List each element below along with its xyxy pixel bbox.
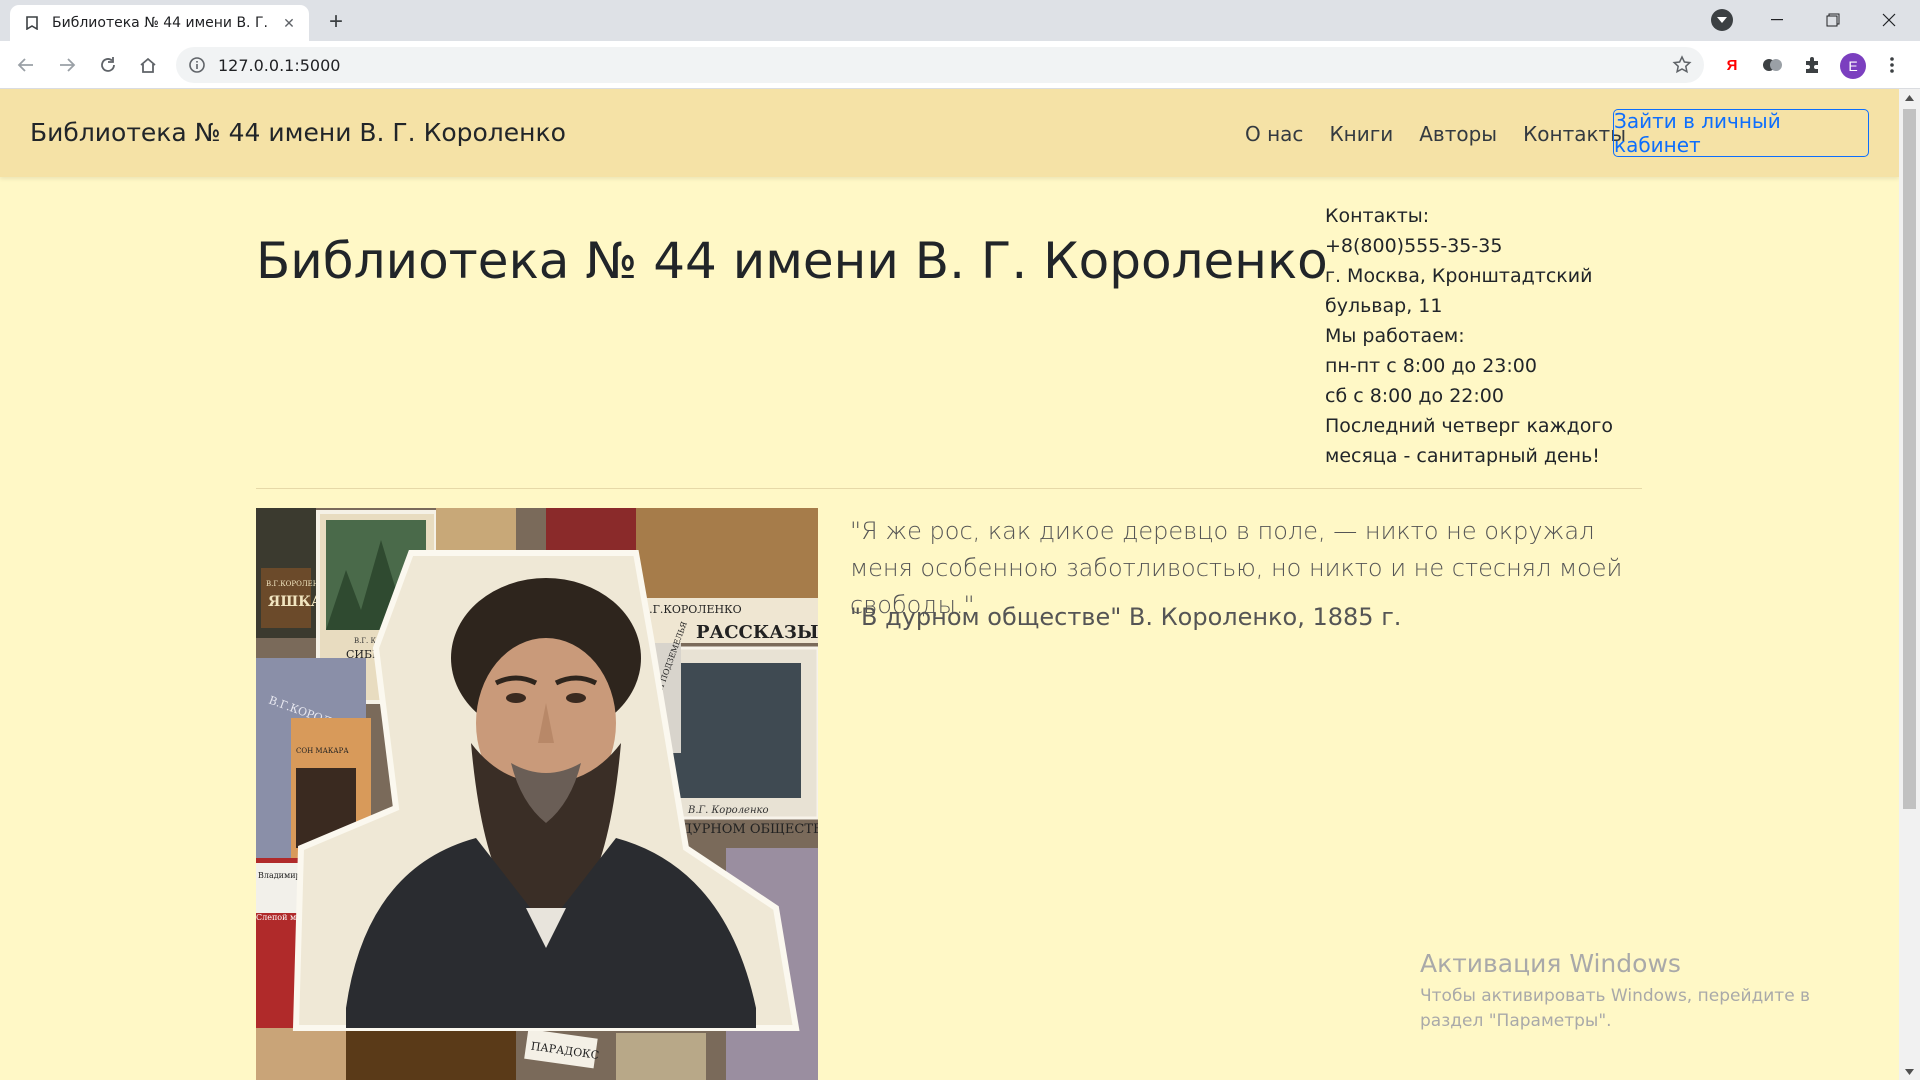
- section-divider: [256, 488, 1642, 489]
- nav-link-authors[interactable]: Авторы: [1419, 122, 1497, 146]
- browser-tab[interactable]: Библиотека № 44 имени В. Г. Короленко ✕: [10, 5, 309, 41]
- scroll-up-arrow-icon[interactable]: [1899, 89, 1920, 106]
- home-icon[interactable]: [132, 49, 164, 81]
- nav-links: О нас Книги Авторы Контакты: [1245, 122, 1626, 146]
- book-cover-text: ЯШКА: [268, 594, 323, 610]
- minimize-icon[interactable]: [1749, 0, 1805, 40]
- browser-toolbar: 127.0.0.1:5000 Я E: [0, 41, 1920, 89]
- kebab-menu-icon[interactable]: [1880, 53, 1904, 77]
- back-arrow-icon[interactable]: [10, 49, 42, 81]
- forward-arrow-icon[interactable]: [51, 49, 83, 81]
- book-cover-text: В ДУРНОМ ОБЩЕСТВЕ: [668, 822, 818, 837]
- contacts-block: Контакты: +8(800)555-35-35 г. Москва, Кр…: [1325, 201, 1625, 471]
- extensions-puzzle-icon[interactable]: [1800, 53, 1824, 77]
- contacts-phone: +8(800)555-35-35: [1325, 235, 1503, 257]
- navbar-brand[interactable]: Библиотека № 44 имени В. Г. Короленко: [30, 118, 566, 147]
- close-window-icon[interactable]: [1861, 0, 1917, 40]
- nav-link-books[interactable]: Книги: [1329, 122, 1393, 146]
- nav-link-contacts[interactable]: Контакты: [1523, 122, 1626, 146]
- tab-search-icon[interactable]: [1711, 9, 1733, 31]
- tab-close-icon[interactable]: ✕: [279, 13, 299, 33]
- profile-avatar[interactable]: E: [1840, 53, 1866, 79]
- contacts-hours-saturday: сб с 8:00 до 22:00: [1325, 385, 1504, 407]
- site-info-icon[interactable]: [188, 56, 206, 74]
- tab-title: Библиотека № 44 имени В. Г. Короленко: [52, 15, 273, 31]
- scroll-down-arrow-icon[interactable]: [1899, 1063, 1920, 1080]
- korolenko-portrait-image: В.Г.КОРОЛЕНКО ЯШКА В.Г. КОРОЛЕНКО СИБИРС…: [256, 508, 818, 1080]
- windows-activation-subtitle: Чтобы активировать Windows, перейдите в …: [1420, 986, 1811, 1031]
- page-viewport: Библиотека № 44 имени В. Г. Короленко О …: [0, 89, 1899, 1080]
- nav-link-about[interactable]: О нас: [1245, 122, 1303, 146]
- new-tab-button[interactable]: +: [322, 8, 350, 36]
- url-text[interactable]: 127.0.0.1:5000: [218, 56, 340, 75]
- site-navbar: Библиотека № 44 имени В. Г. Короленко О …: [0, 89, 1899, 177]
- reload-icon[interactable]: [92, 49, 124, 81]
- browser-tabstrip: Библиотека № 44 имени В. Г. Короленко ✕ …: [0, 0, 1920, 41]
- contacts-hours-heading: Мы работаем:: [1325, 325, 1465, 347]
- scrollbar-thumb[interactable]: [1903, 109, 1916, 809]
- bookmark-star-icon[interactable]: [1672, 55, 1692, 75]
- book-cover-text: В.Г. Короленко: [687, 805, 769, 816]
- restore-icon[interactable]: [1805, 0, 1861, 40]
- page-scrollbar[interactable]: [1899, 89, 1920, 1080]
- windows-activation-title: Активация Windows: [1420, 949, 1681, 978]
- contacts-address: г. Москва, Кронштадтский бульвар, 11: [1325, 265, 1593, 317]
- contacts-heading: Контакты:: [1325, 205, 1430, 227]
- extension-toggle-icon[interactable]: [1760, 53, 1784, 77]
- contacts-sanitary-day: Последний четверг каждого месяца - санит…: [1325, 415, 1614, 467]
- contacts-hours-weekdays: пн-пт с 8:00 до 23:00: [1325, 355, 1537, 377]
- quote-source: "В дурном обществе" В. Короленко, 1885 г…: [850, 603, 1402, 631]
- address-bar[interactable]: 127.0.0.1:5000: [176, 47, 1704, 83]
- book-cover-text: РАССКАЗЫ: [696, 622, 818, 643]
- login-button[interactable]: Зайти в личный кабинет: [1613, 109, 1869, 157]
- yandex-extension-icon[interactable]: Я: [1720, 53, 1744, 77]
- book-cover-text: СОН МАКАРА: [296, 747, 349, 755]
- page-title: Библиотека № 44 имени В. Г. Короленко: [256, 232, 1328, 290]
- book-cover-text: В.Г.КОРОЛЕНКО: [641, 603, 742, 616]
- bookmark-favicon-icon: [24, 15, 40, 31]
